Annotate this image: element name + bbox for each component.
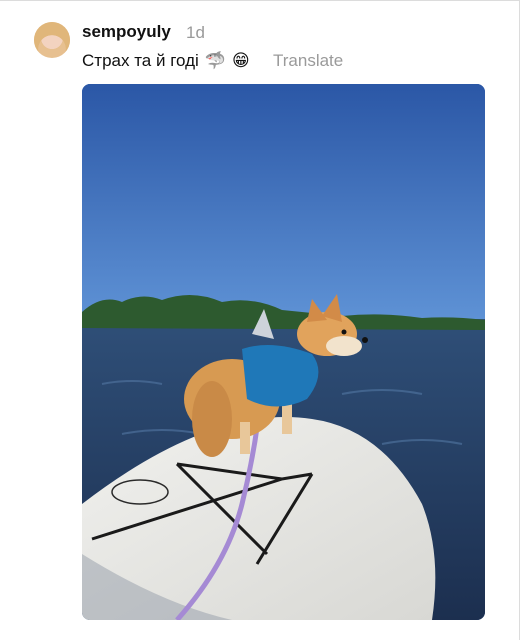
post-media[interactable] xyxy=(82,84,485,620)
sky xyxy=(82,84,485,324)
shark-emoji: 🦈 xyxy=(204,51,226,70)
avatar[interactable] xyxy=(34,22,70,58)
media-illustration xyxy=(82,84,485,620)
username[interactable]: sempoyuly xyxy=(82,22,171,42)
avatar-hair xyxy=(34,22,70,58)
caption: Страх та й годі 🦈 😁 xyxy=(82,51,250,71)
translate-button[interactable]: Translate xyxy=(273,51,343,71)
caption-text: Страх та й годі xyxy=(82,51,199,70)
post-time[interactable]: 1d xyxy=(186,23,205,43)
grin-emoji: 😁 xyxy=(231,51,250,70)
